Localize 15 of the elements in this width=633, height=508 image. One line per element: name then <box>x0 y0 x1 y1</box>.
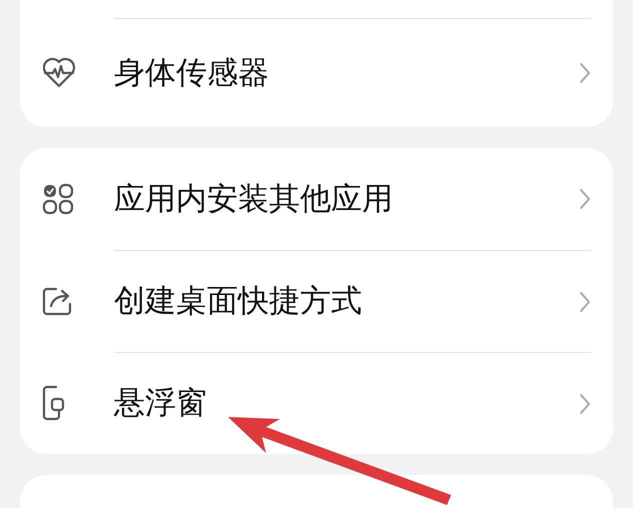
app-grid-icon <box>42 183 74 215</box>
setting-label: 应用内安装其他应用 <box>114 180 393 219</box>
setting-label: 身体传感器 <box>114 54 269 93</box>
share-icon <box>42 286 74 316</box>
chevron-right-icon <box>579 188 591 210</box>
chevron-right-icon <box>579 392 591 414</box>
chevron-right-icon <box>579 62 591 84</box>
setting-label: 创建桌面快捷方式 <box>114 282 362 322</box>
settings-row[interactable]: 身体传感器 <box>42 18 591 127</box>
chevron-right-icon <box>579 290 591 312</box>
settings-row[interactable]: 创建桌面快捷方式 <box>42 250 591 352</box>
settings-row[interactable]: 应用内安装其他应用 <box>42 148 591 250</box>
heart-pulse-icon <box>42 58 76 88</box>
floating-window-icon <box>42 385 66 421</box>
setting-label: 悬浮窗 <box>114 384 207 424</box>
